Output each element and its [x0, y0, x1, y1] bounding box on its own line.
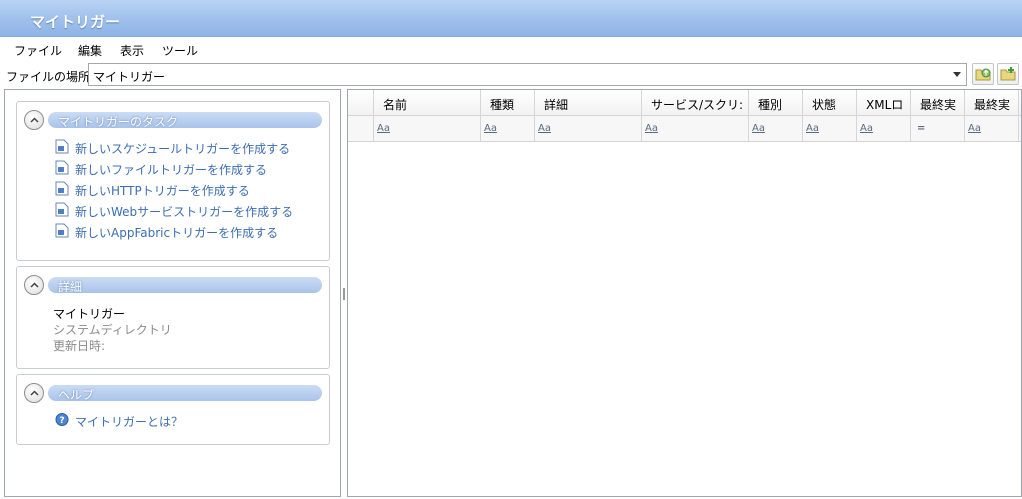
tasks-group: マイトリガーのタスク 新しいスケジュールトリガーを作成する 新しいファイルトリガ… — [16, 101, 330, 261]
grid-column-header-xml[interactable]: XMLロ — [857, 90, 911, 116]
grid-column-header-service-script[interactable]: サービス/スクリ: — [642, 90, 749, 116]
menu-tools[interactable]: ツール — [162, 42, 198, 59]
filter-operator-icon[interactable]: Aa — [484, 123, 497, 134]
new-document-icon — [55, 160, 69, 175]
filter-cell-kind[interactable]: Aa — [481, 116, 535, 142]
help-collapse-button[interactable] — [24, 383, 44, 403]
task-link-label: 新しいWebサービストリガーを作成する — [75, 205, 294, 219]
grid-column-header-kind[interactable]: 種類 — [481, 90, 535, 116]
detail-name: マイトリガー — [53, 307, 126, 321]
dropdown-arrow-icon[interactable] — [952, 69, 962, 79]
grid-column-header-selector[interactable] — [348, 90, 374, 116]
new-folder-button[interactable] — [997, 63, 1019, 85]
new-document-icon — [55, 181, 69, 196]
filter-cell-details[interactable]: Aa — [535, 116, 642, 142]
column-label: サービス/スクリ: — [651, 98, 744, 112]
column-label: 状態 — [812, 98, 837, 112]
tasks-header-bar: マイトリガーのタスク — [48, 112, 322, 129]
pane-splitter[interactable] — [343, 288, 345, 300]
menu-file[interactable]: ファイル — [14, 42, 62, 59]
chevron-up-icon — [30, 282, 39, 288]
grid-column-header-category[interactable]: 種別 — [749, 90, 803, 116]
grid-column-header-details[interactable]: 詳細 — [535, 90, 642, 116]
grid-column-header-last-run-2[interactable]: 最終実 — [965, 90, 1019, 116]
location-value: マイトリガー — [93, 70, 166, 84]
help-link-label: マイトリガーとは？ — [75, 415, 184, 429]
details-group: 詳細 マイトリガー システムディレクトリ 更新日時: — [16, 266, 330, 369]
filter-cell-service-script[interactable]: Aa — [642, 116, 749, 142]
details-header-title: 詳細 — [58, 280, 83, 294]
location-bar: ファイルの場所 マイトリガー — [0, 62, 1022, 88]
task-pane: マイトリガーのタスク 新しいスケジュールトリガーを作成する 新しいファイルトリガ… — [4, 89, 341, 497]
location-label: ファイルの場所 — [6, 70, 91, 84]
column-label: XMLロ — [866, 98, 904, 112]
grid-filter-row: Aa Aa Aa Aa Aa Aa Aa = Aa — [348, 116, 1021, 142]
filter-cell-xml[interactable]: Aa — [857, 116, 911, 142]
folder-up-icon — [975, 68, 991, 81]
filter-operator-icon[interactable]: Aa — [645, 123, 658, 134]
filter-cell-last-run-2[interactable]: Aa — [965, 116, 1019, 142]
column-label: 詳細 — [544, 98, 569, 112]
details-group-header: 詳細 — [24, 275, 322, 295]
filter-cell-selector — [348, 116, 374, 142]
filter-cell-name[interactable]: Aa — [374, 116, 481, 142]
filter-cell-category[interactable]: Aa — [749, 116, 803, 142]
task-link-label: 新しいファイルトリガーを作成する — [75, 163, 268, 177]
tasks-header-title: マイトリガーのタスク — [58, 115, 179, 129]
help-header-bar: ヘルプ — [48, 385, 322, 402]
filter-operator-icon[interactable]: Aa — [377, 123, 390, 134]
detail-updated-label: 更新日時: — [53, 339, 106, 353]
task-link-label: 新しいAppFabricトリガーを作成する — [75, 226, 279, 240]
grid-column-header-name[interactable]: 名前 — [374, 90, 481, 116]
detail-type: システムディレクトリ — [53, 323, 172, 337]
column-label: 種別 — [758, 98, 783, 112]
location-combobox[interactable]: マイトリガー — [88, 63, 967, 86]
chevron-up-icon — [30, 117, 39, 123]
grid-header-row: 名前 種類 詳細 サービス/スクリ: 種別 状態 XMLロ 最終実 最終実 — [348, 90, 1021, 116]
column-label: 名前 — [383, 98, 408, 112]
filter-operator-icon[interactable]: Aa — [752, 123, 765, 134]
help-group: ヘルプ ? マイトリガーとは？ — [16, 374, 330, 445]
grid-column-header-last-run-1[interactable]: 最終実 — [911, 90, 965, 116]
help-icon: ? — [55, 413, 69, 426]
column-label: 最終実 — [920, 98, 957, 112]
title-bar: マイトリガー — [0, 0, 1022, 37]
filter-operator-icon[interactable]: Aa — [860, 123, 873, 134]
trigger-grid: 名前 種類 詳細 サービス/スクリ: 種別 状態 XMLロ 最終実 最終実 Aa… — [347, 89, 1022, 497]
new-document-icon — [55, 223, 69, 238]
new-document-icon — [55, 202, 69, 217]
grid-column-header-state[interactable]: 状態 — [803, 90, 857, 116]
menu-bar: ファイル 編集 表示 ツール — [0, 38, 1022, 60]
details-header-bar: 詳細 — [48, 277, 322, 294]
filter-operator-icon[interactable]: Aa — [538, 123, 551, 134]
task-link-label: 新しいスケジュールトリガーを作成する — [75, 142, 291, 156]
menu-edit[interactable]: 編集 — [78, 42, 102, 59]
chevron-up-icon — [30, 390, 39, 396]
filter-operator-icon[interactable]: Aa — [806, 123, 819, 134]
tasks-collapse-button[interactable] — [24, 110, 44, 130]
new-folder-icon — [1000, 67, 1016, 81]
up-folder-button[interactable] — [972, 63, 994, 85]
help-header-title: ヘルプ — [58, 388, 95, 402]
column-label: 種類 — [490, 98, 515, 112]
tasks-group-header: マイトリガーのタスク — [24, 110, 322, 130]
filter-operator-icon[interactable]: Aa — [968, 123, 981, 134]
window-title: マイトリガー — [30, 13, 121, 31]
task-link-label: 新しいHTTPトリガーを作成する — [75, 184, 250, 198]
filter-cell-state[interactable]: Aa — [803, 116, 857, 142]
menu-view[interactable]: 表示 — [120, 42, 144, 59]
filter-equals-icon[interactable]: = — [917, 123, 925, 134]
filter-cell-last-run-1[interactable]: = — [911, 116, 965, 142]
new-document-icon — [55, 139, 69, 154]
svg-text:?: ? — [59, 416, 64, 426]
column-label: 最終実 — [974, 98, 1011, 112]
help-group-header: ヘルプ — [24, 383, 322, 403]
details-collapse-button[interactable] — [24, 275, 44, 295]
